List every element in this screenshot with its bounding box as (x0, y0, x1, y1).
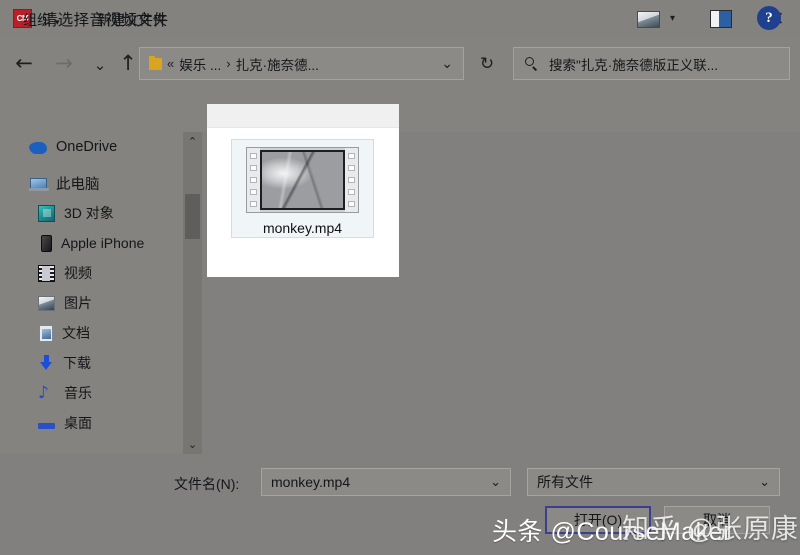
sidebar-item-label: 下载 (63, 355, 91, 371)
sidebar-item-label: Apple iPhone (61, 235, 145, 251)
command-toolbar (0, 94, 800, 132)
music-icon: ♪ (38, 382, 49, 403)
chevron-down-icon[interactable]: ⌄ (441, 56, 453, 72)
chevron-down-icon[interactable]: ⌄ (759, 475, 770, 490)
chevron-down-icon[interactable]: ⌄ (490, 475, 501, 490)
this-pc-icon (29, 178, 49, 191)
view-mode-chevron-down-icon[interactable]: ▾ (670, 13, 675, 24)
sidebar-item-pictures[interactable]: 图片 (0, 288, 183, 318)
file-type-select[interactable]: 所有文件 ⌄ (527, 468, 780, 496)
list-item[interactable]: monkey.mp4 (231, 139, 374, 238)
view-mode-button[interactable] (637, 8, 660, 30)
sidebar-item-videos[interactable]: 视频 (0, 258, 183, 288)
videos-icon (38, 264, 55, 282)
desktop-icon (38, 423, 55, 429)
help-icon: ? (757, 6, 781, 30)
sidebar-item-downloads[interactable]: 下载 (0, 348, 183, 378)
scroll-up-icon[interactable]: ⌃ (183, 132, 202, 151)
file-name-label: monkey.mp4 (262, 220, 343, 236)
organize-label: 组织 (23, 12, 51, 28)
file-name-value: monkey.mp4 (271, 474, 351, 490)
back-button[interactable]: ← (8, 48, 40, 78)
video-thumbnail-icon (246, 147, 359, 213)
documents-icon (39, 324, 53, 342)
sidebar-item-label: 视频 (64, 265, 92, 281)
search-placeholder: 搜索"扎克·施奈德版正义联... (549, 57, 719, 73)
cancel-button[interactable]: 取消 (664, 506, 770, 534)
3d-objects-icon (38, 204, 55, 222)
file-list-pane[interactable]: monkey.mp4 (207, 104, 399, 277)
breadcrumb-prefix: « (167, 56, 175, 71)
search-input[interactable]: 搜索"扎克·施奈德版正义联... (513, 47, 790, 80)
sidebar-item-label: 此电脑 (56, 176, 100, 193)
scrollbar-thumb[interactable] (185, 194, 200, 239)
onedrive-icon (30, 142, 47, 154)
file-open-dialog: CM 请选择音视频文件 ✕ ← → ⌄ ↑ « 娱乐 ... › 扎克·施奈德.… (0, 0, 800, 555)
downloads-icon (39, 354, 54, 372)
breadcrumb-item-2[interactable]: 扎克·施奈德... (236, 54, 319, 74)
pictures-icon (38, 296, 55, 311)
sidebar-item-music[interactable]: ♪ 音乐 (0, 378, 183, 408)
sidebar-item-3d-objects[interactable]: 3D 对象 (0, 198, 183, 228)
scroll-down-icon[interactable]: ⌄ (183, 435, 202, 454)
preview-pane-icon (710, 10, 732, 28)
sidebar-item-label: 音乐 (64, 385, 92, 401)
address-bar[interactable]: « 娱乐 ... › 扎克·施奈德... ⌄ (139, 47, 464, 80)
sidebar-item-onedrive[interactable]: OneDrive (0, 132, 183, 162)
navigation-pane: OneDrive 此电脑 3D 对象 Apple iPhone 视频 图片 文档 (0, 132, 183, 454)
new-folder-button[interactable]: 新建文件夹 (97, 10, 167, 30)
organize-button[interactable]: 组织 ▾ (23, 10, 60, 30)
file-name-field-label: 文件名(N): (174, 476, 240, 492)
file-type-value: 所有文件 (537, 474, 593, 490)
sidebar-item-desktop[interactable]: 桌面 (0, 408, 183, 438)
sidebar-item-this-pc[interactable]: 此电脑 (0, 168, 183, 198)
film-perforations-left (247, 148, 260, 212)
sidebar-item-documents[interactable]: 文档 (0, 318, 183, 348)
sidebar-item-label: OneDrive (56, 139, 118, 155)
file-list-header (207, 104, 399, 128)
open-button[interactable]: 打开(O) (545, 506, 651, 534)
sidebar-scrollbar[interactable]: ⌃ ⌄ (183, 132, 202, 454)
sidebar-item-label: 桌面 (64, 415, 92, 431)
sidebar-item-apple-iphone[interactable]: Apple iPhone (0, 228, 183, 258)
view-mode-icon (637, 10, 660, 28)
sidebar-item-label: 文档 (62, 325, 90, 341)
refresh-button[interactable]: ↻ (470, 47, 504, 80)
chevron-down-icon: ▾ (55, 18, 60, 28)
apple-iphone-icon (41, 234, 52, 252)
help-button[interactable]: ? (757, 6, 781, 30)
sidebar-item-label: 3D 对象 (64, 205, 114, 221)
breadcrumb-item-1[interactable]: 娱乐 ... (179, 54, 221, 74)
preview-pane-button[interactable] (710, 8, 732, 30)
forward-button[interactable]: → (48, 48, 80, 78)
file-name-input[interactable]: monkey.mp4 ⌄ (261, 468, 511, 496)
film-perforations-right (345, 148, 358, 212)
sidebar-item-label: 图片 (64, 295, 92, 311)
breadcrumb-separator: › (226, 56, 231, 71)
folder-icon (149, 55, 162, 70)
thumbnail-image (260, 150, 345, 210)
search-icon (525, 56, 539, 71)
